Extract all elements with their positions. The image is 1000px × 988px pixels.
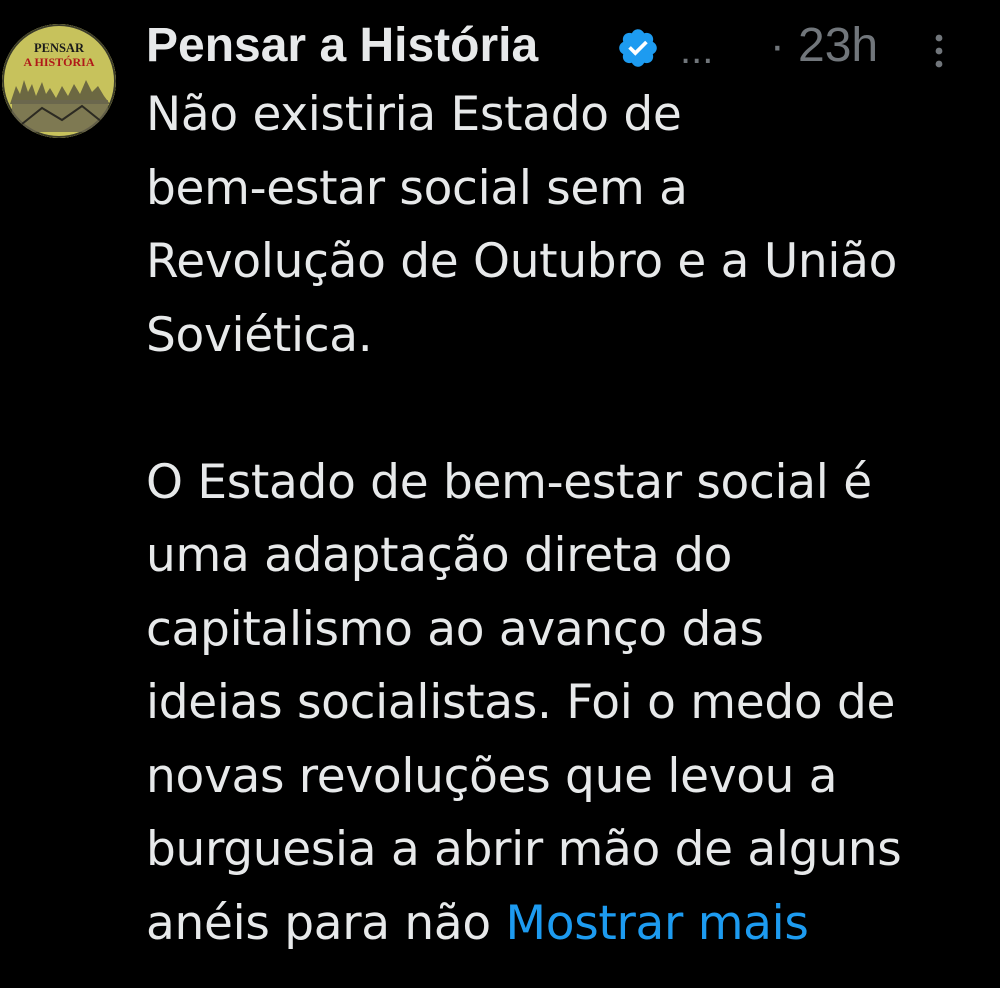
- tweet-text-line: capitalismo ao avanço das: [146, 601, 764, 657]
- tweet-text-line: uma adaptação direta do: [146, 528, 733, 583]
- handle-ellipsis[interactable]: ...: [680, 22, 713, 78]
- avatar-text-bottom: A HISTÓRIA: [23, 55, 94, 69]
- tweet-text-last-line: anéis para não Mostrar mais: [146, 887, 996, 961]
- tweet[interactable]: PENSAR A HISTÓRIA Pensar a História ... …: [0, 0, 1000, 988]
- avatar-text-top: PENSAR: [34, 41, 85, 55]
- verified-badge-icon[interactable]: [616, 26, 660, 70]
- show-more-link[interactable]: Mostrar mais: [505, 896, 808, 951]
- tweet-text-line: Revolução de Outubro e a União: [146, 234, 898, 289]
- tweet-text-line: burguesia a abrir mão de alguns: [146, 822, 902, 877]
- tweet-text-line: novas revoluções que levou a: [146, 748, 838, 804]
- tweet-text-line: O Estado de bem-estar social é: [146, 454, 872, 510]
- tweet-text: Não existiria Estado de bem-estar social…: [146, 78, 996, 960]
- display-name[interactable]: Pensar a História: [146, 18, 538, 74]
- tweet-text-line: Soviética.: [146, 307, 373, 363]
- tweet-text-tail: anéis para não: [146, 895, 491, 951]
- separator-dot: ·: [770, 21, 785, 70]
- tweet-text-line: bem-estar social sem a: [146, 160, 688, 216]
- timestamp[interactable]: 23h: [798, 18, 878, 74]
- tweet-header: Pensar a História ... · 23h: [146, 14, 986, 78]
- tweet-text-line: ideias socialistas. Foi o medo de: [146, 675, 896, 730]
- avatar-image: PENSAR A HISTÓRIA: [2, 24, 116, 138]
- avatar[interactable]: PENSAR A HISTÓRIA: [2, 24, 116, 138]
- more-options-icon[interactable]: [924, 28, 954, 74]
- tweet-text-line: Não existiria Estado de: [146, 87, 682, 142]
